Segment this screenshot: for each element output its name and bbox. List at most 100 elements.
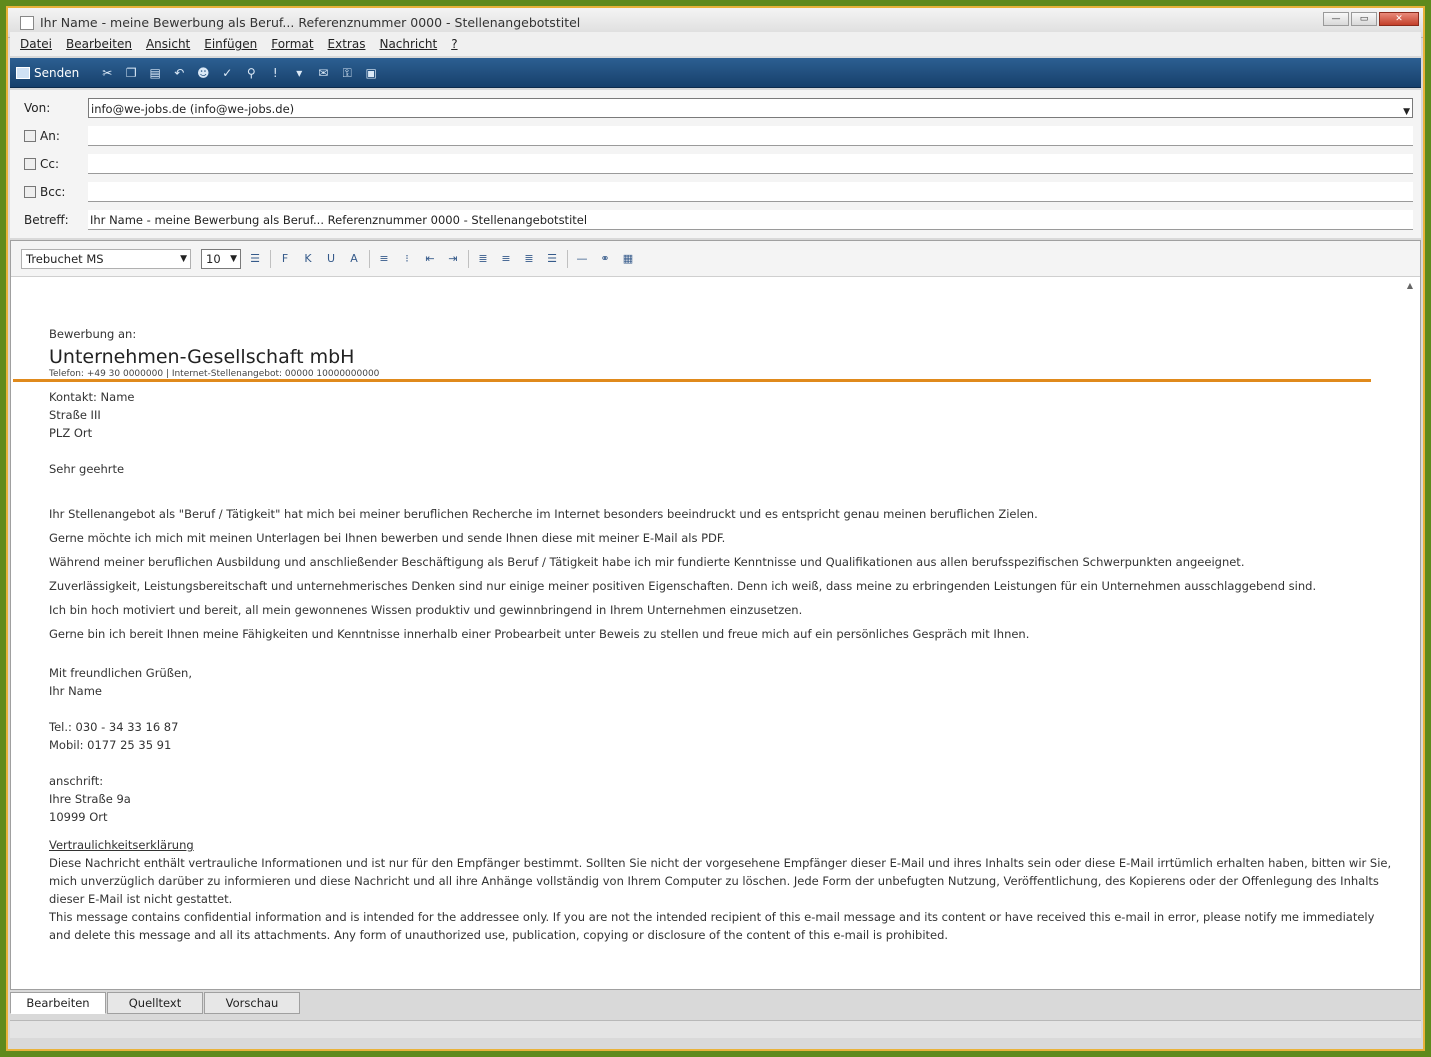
- priority-icon[interactable]: !: [267, 65, 283, 81]
- address-book-icon[interactable]: [24, 158, 36, 170]
- address-book-icon[interactable]: [24, 186, 36, 198]
- bcc-field[interactable]: [88, 182, 1413, 202]
- chevron-down-icon: ▼: [230, 253, 237, 264]
- intro-line: Bewerbung an:: [49, 327, 137, 341]
- outdent-icon[interactable]: ⇤: [421, 250, 439, 268]
- paragraph-style-icon[interactable]: ☰: [246, 250, 264, 268]
- italic-icon[interactable]: K: [299, 250, 317, 268]
- insert-image-icon[interactable]: ▦: [619, 250, 637, 268]
- subject-label: Betreff:: [24, 213, 69, 227]
- from-value: info@we-jobs.de (info@we-jobs.de): [91, 102, 295, 116]
- cc-label: Cc:: [40, 157, 60, 171]
- menu-edit[interactable]: Bearbeiten: [66, 37, 132, 51]
- cut-icon[interactable]: ✂: [99, 65, 115, 81]
- confidential-title: Vertraulichkeitserklärung: [49, 838, 194, 852]
- dropdown-icon[interactable]: ▾: [291, 65, 307, 81]
- paragraph: Während meiner beruflichen Ausbildung un…: [49, 555, 1245, 569]
- formatting-toolbar: Trebuchet MS ▼ 10 ▼ ☰ F K U A ≡ ⁝ ⇤ ⇥ ≣ …: [11, 241, 1420, 277]
- editor-tabs: Bearbeiten Quelltext Vorschau: [10, 992, 301, 1014]
- to-label: An:: [40, 129, 60, 143]
- send-icon: [16, 66, 30, 79]
- address-street: Ihre Straße 9a: [49, 792, 131, 806]
- salutation: Sehr geehrte: [49, 462, 125, 476]
- menu-insert[interactable]: Einfügen: [204, 37, 257, 51]
- align-center-icon[interactable]: ≡: [497, 250, 515, 268]
- to-field[interactable]: [88, 126, 1413, 146]
- minimize-button[interactable]: —: [1323, 12, 1349, 26]
- numbered-list-icon[interactable]: ≡: [375, 250, 393, 268]
- message-header: Von: info@we-jobs.de (info@we-jobs.de) ▼…: [10, 90, 1421, 238]
- signature-name: Ihr Name: [49, 684, 102, 698]
- align-right-icon[interactable]: ≣: [520, 250, 538, 268]
- window-title: Ihr Name - meine Bewerbung als Beruf... …: [40, 15, 581, 30]
- paragraph: Gerne bin ich bereit Ihnen meine Fähigke…: [49, 627, 1030, 641]
- mobile: Mobil: 0177 25 35 91: [49, 738, 172, 752]
- encrypt-icon[interactable]: ⚿: [339, 65, 355, 81]
- font-value: Trebuchet MS: [26, 251, 104, 266]
- phone: Tel.: 030 - 34 33 16 87: [49, 720, 179, 734]
- menu-bar: Datei Bearbeiten Ansicht Einfügen Format…: [10, 32, 1421, 56]
- attach-icon[interactable]: ⚲: [243, 65, 259, 81]
- from-label: Von:: [24, 101, 51, 115]
- undo-icon[interactable]: ↶: [171, 65, 187, 81]
- send-button[interactable]: Senden: [16, 66, 79, 80]
- status-bar: [10, 1020, 1421, 1038]
- address-label: anschrift:: [49, 774, 104, 788]
- offline-icon[interactable]: ▣: [363, 65, 379, 81]
- underline-icon[interactable]: U: [322, 250, 340, 268]
- confidential-en: This message contains confidential infor…: [49, 910, 1375, 942]
- menu-file[interactable]: Datei: [20, 37, 52, 51]
- chevron-down-icon: ▼: [180, 253, 187, 264]
- check-names-icon[interactable]: ☻: [195, 65, 211, 81]
- closing: Mit freundlichen Grüßen,: [49, 666, 192, 680]
- bullet-list-icon[interactable]: ⁝: [398, 250, 416, 268]
- subject-field[interactable]: Ihr Name - meine Bewerbung als Beruf... …: [88, 210, 1413, 230]
- indent-icon[interactable]: ⇥: [444, 250, 462, 268]
- to-row: An:: [10, 124, 1421, 148]
- font-family-select[interactable]: Trebuchet MS ▼: [21, 248, 191, 269]
- spellcheck-icon[interactable]: ✓: [219, 65, 235, 81]
- message-editor: Trebuchet MS ▼ 10 ▼ ☰ F K U A ≡ ⁝ ⇤ ⇥ ≣ …: [10, 240, 1421, 990]
- font-color-icon[interactable]: A: [345, 250, 363, 268]
- message-body[interactable]: Bewerbung an: Unternehmen-Gesellschaft m…: [49, 325, 1394, 944]
- close-button[interactable]: ✕: [1379, 12, 1419, 26]
- tab-edit[interactable]: Bearbeiten: [10, 992, 106, 1014]
- insert-link-icon[interactable]: ⚭: [596, 250, 614, 268]
- chevron-down-icon: ▼: [1403, 107, 1410, 117]
- cc-field[interactable]: [88, 154, 1413, 174]
- vertical-scrollbar[interactable]: ▲: [1404, 281, 1416, 985]
- bcc-row: Bcc:: [10, 180, 1421, 204]
- from-row: Von: info@we-jobs.de (info@we-jobs.de) ▼: [10, 96, 1421, 120]
- justify-icon[interactable]: ☰: [543, 250, 561, 268]
- copy-icon[interactable]: ❐: [123, 65, 139, 81]
- size-value: 10: [206, 251, 221, 266]
- tab-preview[interactable]: Vorschau: [204, 992, 300, 1014]
- align-left-icon[interactable]: ≣: [474, 250, 492, 268]
- menu-message[interactable]: Nachricht: [379, 37, 437, 51]
- contact-street: Straße III: [49, 408, 101, 422]
- tab-source[interactable]: Quelltext: [107, 992, 203, 1014]
- bcc-label: Bcc:: [40, 185, 66, 199]
- company-info: Telefon: +49 30 0000000 | Internet-Stell…: [49, 369, 380, 379]
- subject-row: Betreff: Ihr Name - meine Bewerbung als …: [10, 208, 1421, 232]
- address-book-icon[interactable]: [24, 130, 36, 142]
- cc-row: Cc:: [10, 152, 1421, 176]
- maximize-button[interactable]: ▭: [1351, 12, 1377, 26]
- paragraph: Gerne möchte ich mich mit meinen Unterla…: [49, 531, 726, 545]
- menu-help[interactable]: ?: [451, 37, 457, 51]
- menu-format[interactable]: Format: [271, 37, 313, 51]
- bold-icon[interactable]: F: [276, 250, 294, 268]
- menu-view[interactable]: Ansicht: [146, 37, 190, 51]
- paste-icon[interactable]: ▤: [147, 65, 163, 81]
- horizontal-line-icon[interactable]: —: [573, 250, 591, 268]
- from-select[interactable]: info@we-jobs.de (info@we-jobs.de) ▼: [88, 98, 1413, 118]
- font-size-select[interactable]: 10 ▼: [201, 248, 241, 269]
- address-city: 10999 Ort: [49, 810, 108, 824]
- scroll-up-icon[interactable]: ▲: [1404, 281, 1416, 290]
- main-toolbar: Senden ✂ ❐ ▤ ↶ ☻ ✓ ⚲ ! ▾ ✉ ⚿ ▣: [10, 58, 1421, 88]
- sign-icon[interactable]: ✉: [315, 65, 331, 81]
- menu-extras[interactable]: Extras: [328, 37, 366, 51]
- paragraph: Ich bin hoch motiviert und bereit, all m…: [49, 603, 803, 617]
- contact-name: Kontakt: Name: [49, 390, 135, 404]
- contact-city: PLZ Ort: [49, 426, 93, 440]
